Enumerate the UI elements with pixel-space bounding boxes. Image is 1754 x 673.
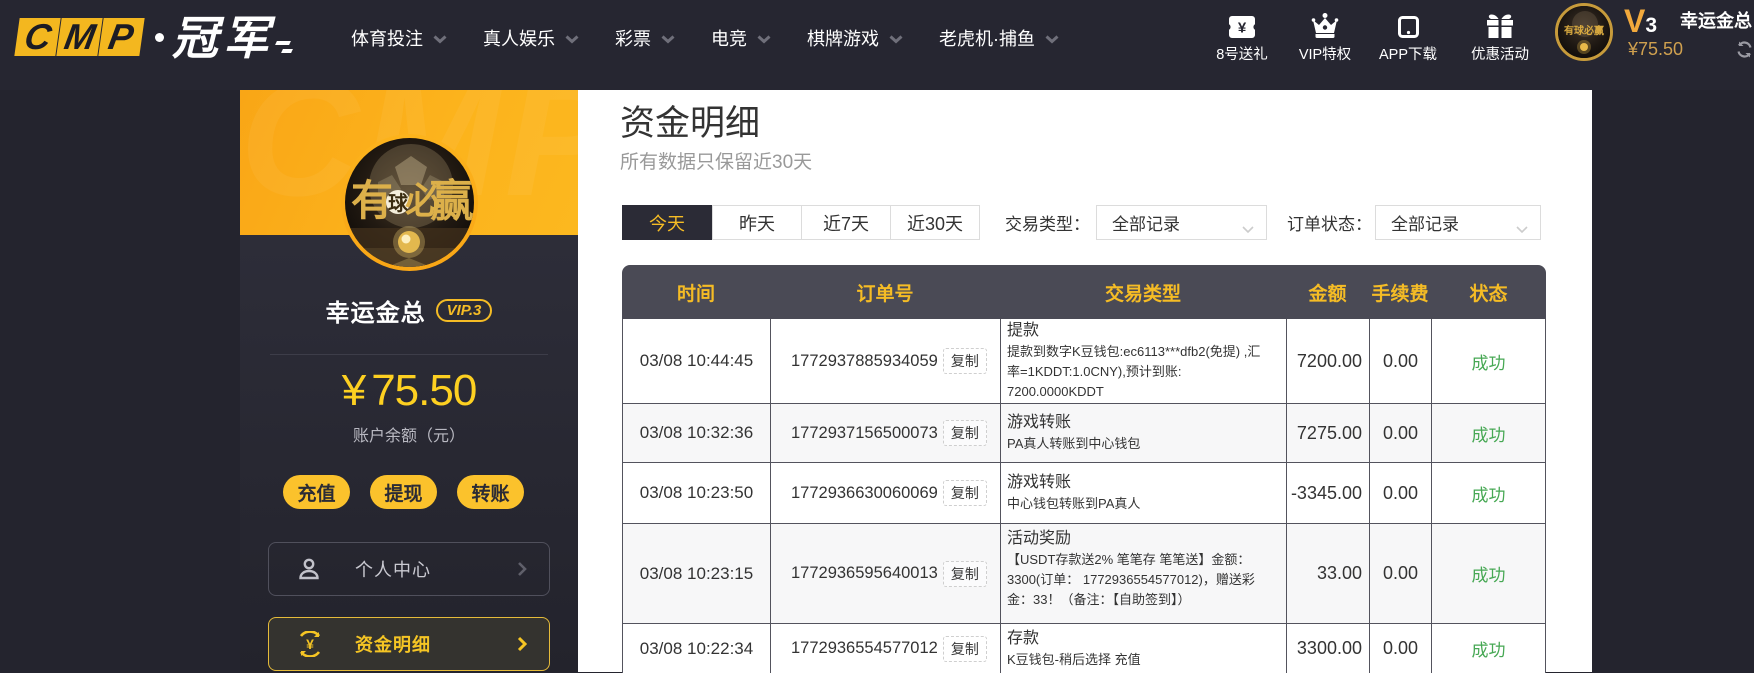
svg-text:¥: ¥: [1238, 20, 1247, 37]
svg-text:赢: 赢: [430, 177, 474, 226]
svg-text:有球必赢: 有球必赢: [1564, 24, 1604, 37]
svg-text:¥: ¥: [306, 636, 314, 652]
